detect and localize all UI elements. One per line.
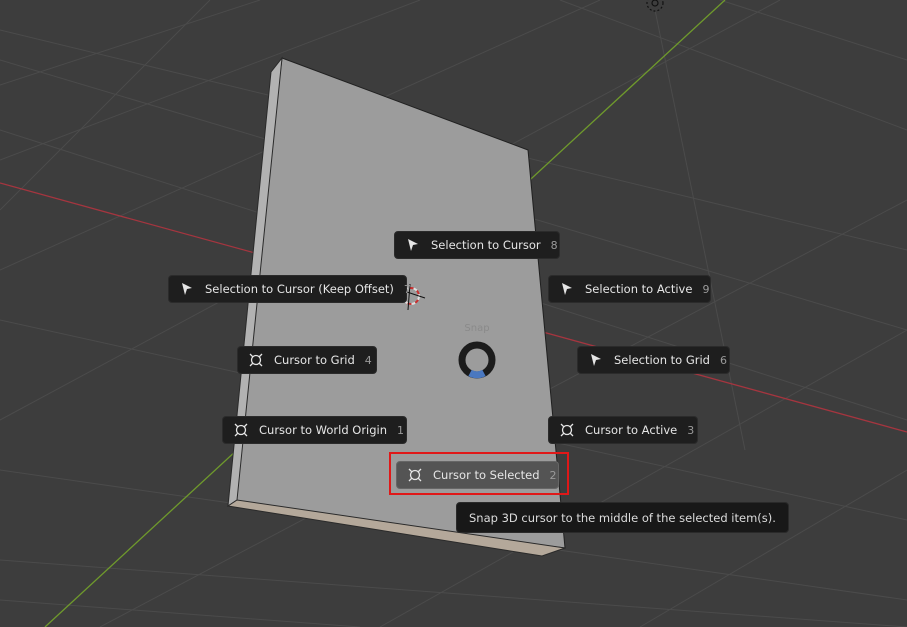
button-label: Selection to Cursor (Keep Offset) [205, 282, 394, 296]
button-label: Selection to Cursor [431, 238, 541, 252]
shortcut-key: 7 [403, 282, 411, 296]
shortcut-key: 2 [549, 468, 557, 482]
button-label: Cursor to Active [585, 423, 678, 437]
cursor-arrow-icon [405, 237, 421, 253]
shortcut-key: 9 [702, 282, 710, 296]
shortcut-key: 3 [687, 423, 695, 437]
pie-menu-title: Snap [464, 323, 490, 334]
3d-cursor-icon [233, 422, 249, 438]
button-label: Cursor to World Origin [259, 423, 388, 437]
shortcut-key: 8 [550, 238, 558, 252]
tooltip-text: Snap 3D cursor to the middle of the sele… [469, 510, 776, 525]
selection-to-grid-button[interactable]: Selection to Grid 6 [577, 346, 730, 374]
shortcut-key: 1 [397, 423, 405, 437]
3d-cursor-icon [248, 352, 264, 368]
3d-cursor-icon [559, 422, 575, 438]
cursor-arrow-icon [179, 281, 195, 297]
button-label: Selection to Active [585, 282, 693, 296]
cursor-to-grid-button[interactable]: Cursor to Grid 4 [237, 346, 377, 374]
cursor-to-selected-button[interactable]: Cursor to Selected 2 [396, 461, 559, 489]
shortcut-key: 6 [720, 353, 727, 367]
selection-to-active-button[interactable]: Selection to Active 9 [548, 275, 711, 303]
cursor-to-active-button[interactable]: Cursor to Active 3 [548, 416, 698, 444]
tooltip: Snap 3D cursor to the middle of the sele… [456, 502, 789, 533]
button-label: Selection to Grid [614, 353, 710, 367]
shortcut-key: 4 [364, 353, 372, 367]
selection-to-cursor-keep-offset-button[interactable]: Selection to Cursor (Keep Offset) 7 [168, 275, 411, 303]
cursor-arrow-icon [588, 352, 604, 368]
cursor-to-world-origin-button[interactable]: Cursor to World Origin 1 [222, 416, 407, 444]
button-label: Cursor to Grid [274, 353, 355, 367]
light-object-icon [646, 0, 664, 12]
cursor-arrow-icon [559, 281, 575, 297]
3d-cursor-icon [407, 467, 423, 483]
selection-to-cursor-button[interactable]: Selection to Cursor 8 [394, 231, 560, 259]
button-label: Cursor to Selected [433, 468, 540, 482]
